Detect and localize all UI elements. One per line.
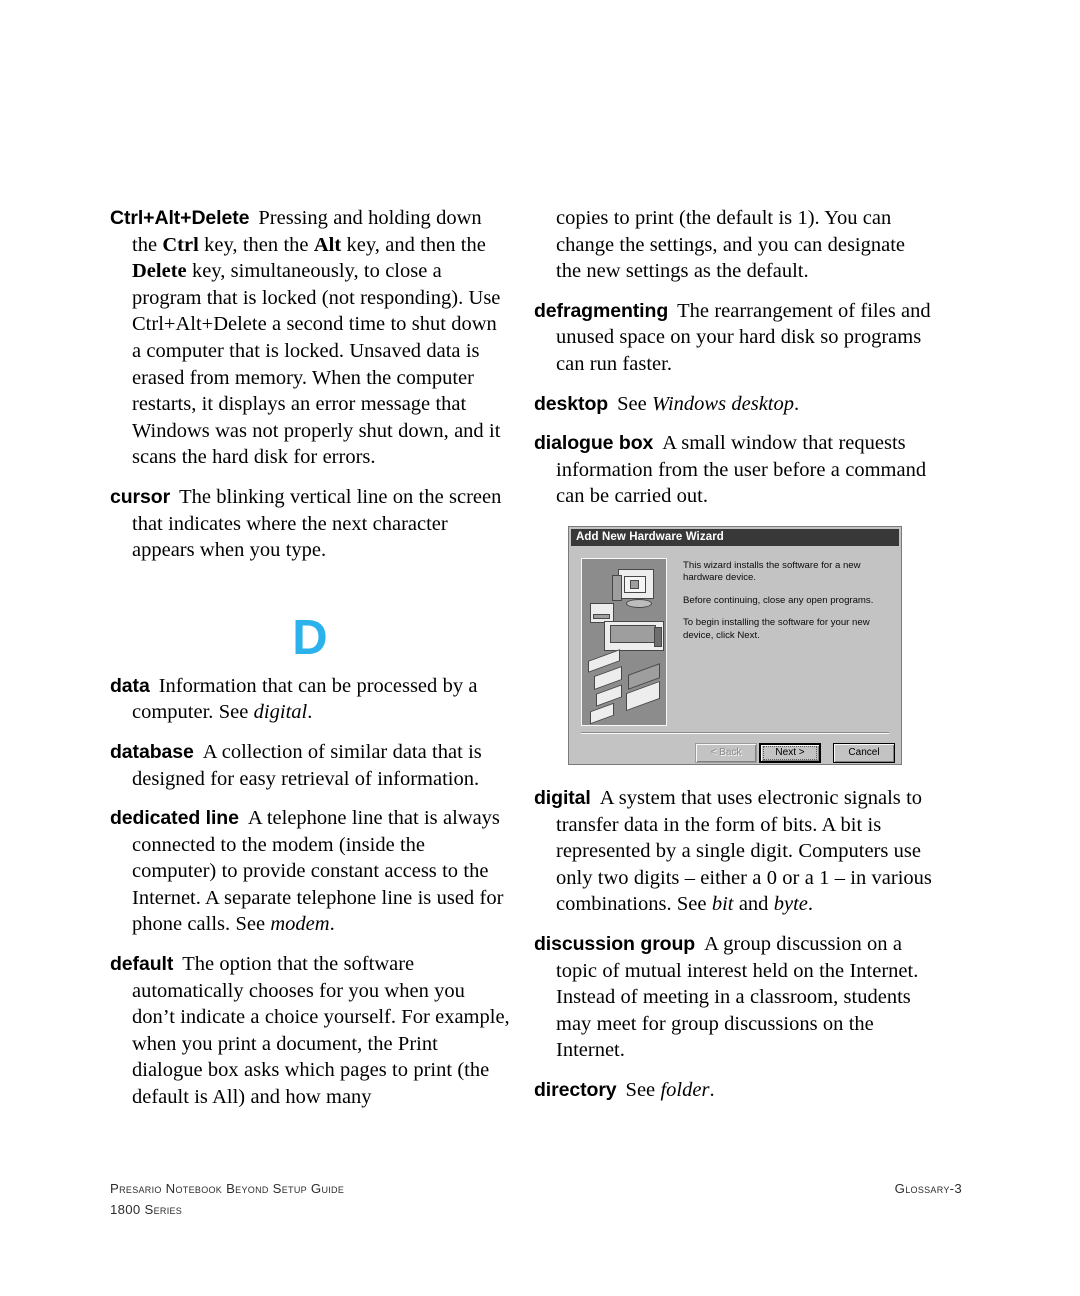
dialog-title-bar: Add New Hardware Wizard <box>571 529 899 546</box>
glossary-definition: See folder. <box>625 1078 715 1101</box>
monitor-screen-glyph <box>630 580 639 589</box>
section-letter-d: D <box>292 611 328 665</box>
dialog-message-text: This wizard installs the software for a … <box>683 560 889 652</box>
glossary-term: dialogue box <box>534 432 654 455</box>
dialog-separator <box>581 732 889 734</box>
glossary-entry-default: default The option that the software auto… <box>110 951 510 1111</box>
glossary-entry-digital: digital A system that uses electronic sig… <box>534 785 934 918</box>
footer-series: 1800 Series <box>110 1202 183 1217</box>
chassis-side-panel <box>654 627 662 647</box>
dialog-paragraph-2: Before continuing, close any open progra… <box>683 594 874 606</box>
monitor-side <box>612 575 622 601</box>
add-new-hardware-wizard-figure: Add New Hardware Wizard This wizard inst… <box>568 526 902 765</box>
glossary-entry-directory: directory See folder. <box>534 1077 934 1104</box>
footer-left: Presario Notebook Beyond Setup Guide 180… <box>110 1178 344 1220</box>
cancel-button[interactable]: Cancel <box>833 743 895 763</box>
monitor-stand <box>626 599 652 608</box>
glossary-entry-data: data Information that can be processed by… <box>110 673 510 726</box>
dialog-paragraph-1: This wizard installs the software for a … <box>683 560 861 584</box>
drive-icon <box>590 603 614 623</box>
footer-page-label: Glossary-3 <box>894 1181 962 1196</box>
glossary-term: Ctrl+Alt+Delete <box>110 207 250 229</box>
glossary-entry-dedicated-line: dedicated line A telephone line that is a… <box>110 805 510 938</box>
glossary-term: digital <box>534 786 591 809</box>
glossary-definition: The blinking vertical line on the screen… <box>132 485 502 562</box>
glossary-term: discussion group <box>534 932 696 955</box>
glossary-definition: See Windows desktop. <box>617 392 800 415</box>
glossary-definition: A system that uses electronic signals to… <box>556 786 932 916</box>
drive-slot <box>593 614 610 619</box>
dialog-paragraph-3: To begin installing the software for you… <box>683 617 870 641</box>
glossary-definition: Pressing and holding down the Ctrl key, … <box>132 207 501 469</box>
glossary-entry-ctrl-alt-delete: Ctrl+Alt+Delete Pressing and holding down… <box>110 205 510 471</box>
glossary-term: defragmenting <box>534 299 669 322</box>
dialog-body: This wizard installs the software for a … <box>571 548 899 742</box>
glossary-definition: Information that can be processed by a c… <box>132 674 478 724</box>
dialog-button-row: < Back Next > Cancel <box>571 743 899 763</box>
glossary-entry-discussion-group: discussion group A group discussion on a … <box>534 931 934 1064</box>
glossary-entry-cursor: cursor The blinking vertical line on the … <box>110 484 510 564</box>
back-button[interactable]: < Back <box>695 743 757 763</box>
glossary-entry-database: database A collection of similar data tha… <box>110 739 510 792</box>
next-button[interactable]: Next > <box>759 743 821 763</box>
glossary-term: desktop <box>534 392 609 415</box>
chassis-interior <box>610 625 656 643</box>
expansion-card-4 <box>590 702 614 725</box>
glossary-term: default <box>110 953 174 976</box>
glossary-entry-desktop: desktop See Windows desktop. <box>534 391 934 418</box>
glossary-entry-default-continued: copies to print (the default is 1). You … <box>534 205 934 285</box>
glossary-entry-dialogue-box: dialogue box A small window that requests… <box>534 430 934 510</box>
next-button-label: Next > <box>763 746 817 760</box>
glossary-term: database <box>110 740 194 763</box>
hardware-illustration <box>581 558 667 726</box>
glossary-page: Ctrl+Alt+Delete Pressing and holding down… <box>0 0 1080 1296</box>
glossary-term: cursor <box>110 485 171 508</box>
glossary-definition: copies to print (the default is 1). You … <box>556 207 906 283</box>
glossary-entry-defragmenting: defragmenting The rearrangement of files … <box>534 298 934 378</box>
glossary-term: directory <box>534 1078 617 1101</box>
glossary-definition: The option that the software automatical… <box>132 953 510 1109</box>
glossary-term: dedicated line <box>110 807 239 830</box>
glossary-term: data <box>110 674 150 697</box>
footer-guide-title: Presario Notebook Beyond Setup Guide <box>110 1181 345 1196</box>
